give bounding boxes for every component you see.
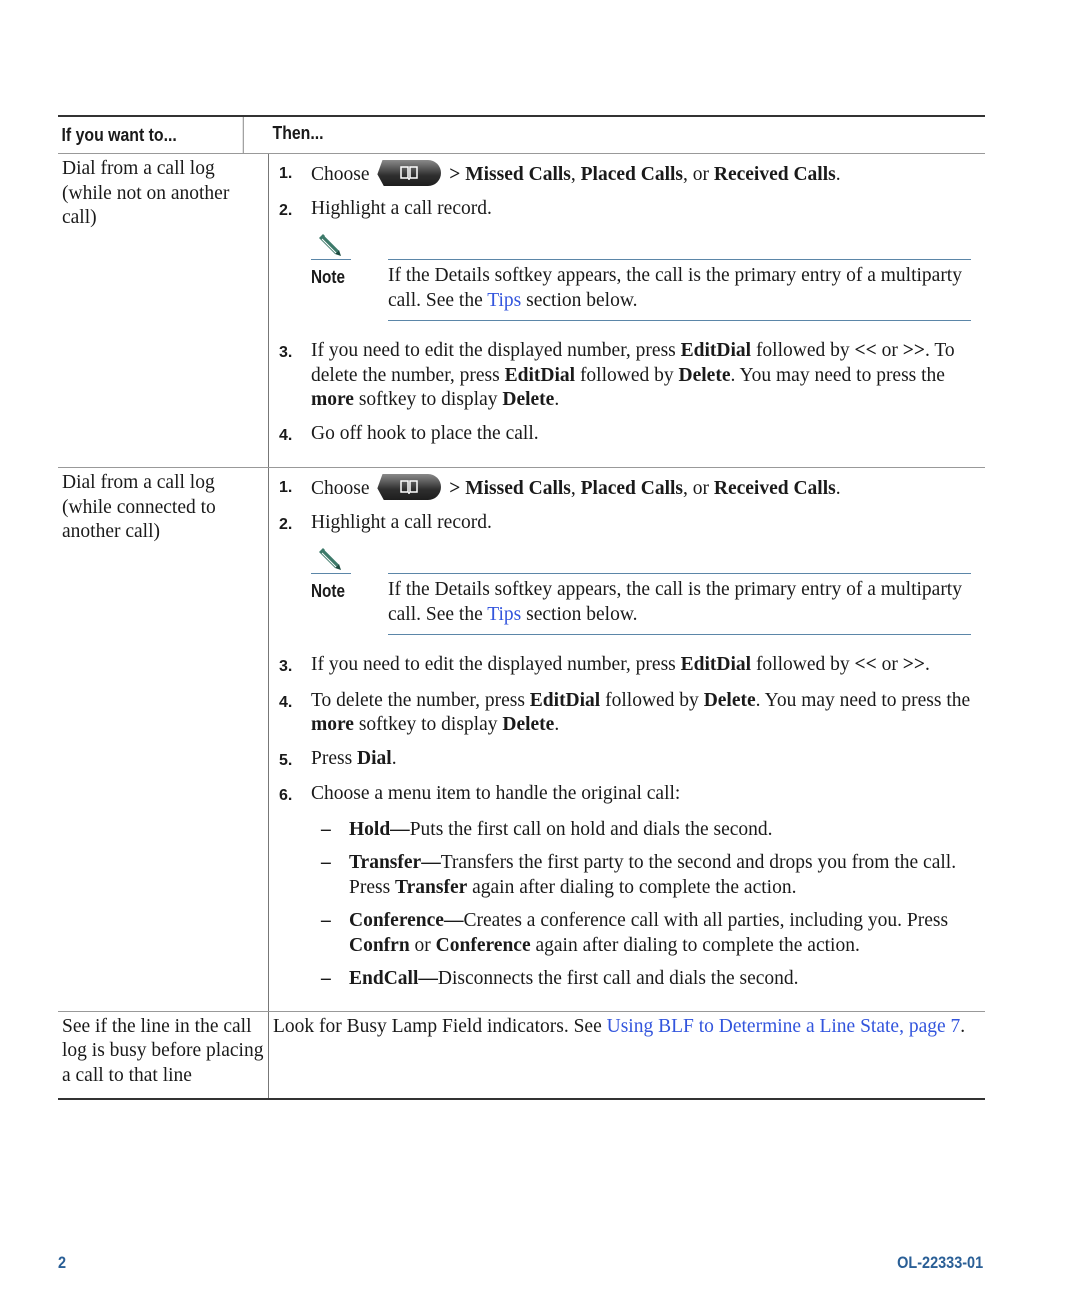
note-text-pre: If the Details softkey appears, the call… xyxy=(388,265,962,311)
period: . xyxy=(960,1015,966,1037)
step-text: To delete the number, press EditDial fol… xyxy=(311,689,971,736)
tips-link[interactable]: Tips xyxy=(487,290,521,311)
note-text: If the Details softkey appears, the call… xyxy=(388,573,971,635)
option-endcall: – EndCall—Disconnects the first call and… xyxy=(311,967,981,992)
menu-received-calls: Received Calls xyxy=(713,478,836,499)
step-text: Highlight a call record. xyxy=(311,511,492,533)
step-5: 5. Press Dial. xyxy=(273,747,981,774)
menu-missed-calls: > Missed Calls xyxy=(449,164,571,185)
directories-button-icon xyxy=(377,474,442,500)
blf-link[interactable]: Using BLF to Determine a Line State, pag… xyxy=(607,1016,961,1037)
step-text: Choose xyxy=(311,164,370,185)
step-text: Choose xyxy=(311,478,370,499)
step-number: 4. xyxy=(279,693,293,711)
steps-cell: 1. Choose > Missed Calls, Placed Calls, … xyxy=(269,468,985,1011)
table-row: Dial from a call log (while connected to… xyxy=(58,468,985,1012)
step-4: 4. Go off hook to place the call. xyxy=(273,422,981,449)
step-4: 4. To delete the number, press EditDial … xyxy=(273,689,981,738)
step-text: Highlight a call record. xyxy=(311,197,492,219)
header-then: Then... xyxy=(272,123,324,143)
step-3: 3. If you need to edit the displayed num… xyxy=(273,339,981,413)
dash-bullet: – xyxy=(321,910,331,931)
menu-missed-calls: > Missed Calls xyxy=(449,478,571,499)
step-1: 1. Choose > Missed Calls, Placed Calls, … xyxy=(273,160,981,188)
steps-cell: Look for Busy Lamp Field indicators. See… xyxy=(269,1012,985,1099)
table-row: Dial from a call log (while not on anoth… xyxy=(58,154,985,468)
dash-bullet: – xyxy=(321,852,331,873)
step-number: 3. xyxy=(279,344,293,361)
step-number: 2. xyxy=(279,201,293,219)
note-text-pre: If the Details softkey appears, the call… xyxy=(388,579,962,625)
step-2: 2. Highlight a call record. xyxy=(273,511,981,538)
task-cell: See if the line in the call log is busy … xyxy=(58,1011,269,1098)
option-hold: – Hold—Puts the first call on hold and d… xyxy=(311,818,981,843)
table-header: If you want to... Then... xyxy=(58,117,985,154)
header-if-you-want-to: If you want to... xyxy=(58,117,244,153)
note-text-post: section below. xyxy=(521,603,638,625)
step-text: If you need to edit the displayed number… xyxy=(311,654,930,675)
option-transfer: – Transfer—Transfers the first party to … xyxy=(311,851,981,900)
separator: , xyxy=(570,164,581,185)
task-cell: Dial from a call log (while not on anoth… xyxy=(58,154,269,467)
note-block: Note If the Details softkey appears, the… xyxy=(311,232,981,321)
instruction-text: Look for Busy Lamp Field indicators. See xyxy=(273,1015,607,1037)
step-text: If you need to edit the displayed number… xyxy=(311,340,955,410)
step-number: 3. xyxy=(279,658,293,675)
table-row: See if the line in the call log is busy … xyxy=(58,1011,985,1099)
step-number: 6. xyxy=(279,787,293,804)
step-number: 1. xyxy=(279,479,293,496)
separator: , or xyxy=(683,478,714,499)
note-block: Note If the Details softkey appears, the… xyxy=(311,546,981,635)
note-rule xyxy=(311,573,351,574)
step-number: 4. xyxy=(279,426,293,444)
note-rule xyxy=(311,259,351,260)
dash-bullet: – xyxy=(321,818,331,840)
step-number: 1. xyxy=(279,165,293,182)
period: . xyxy=(835,478,841,499)
note-label: Note xyxy=(311,267,345,287)
separator: , or xyxy=(683,164,714,185)
period: . xyxy=(835,164,841,185)
step-number: 2. xyxy=(279,515,293,533)
step-3: 3. If you need to edit the displayed num… xyxy=(273,653,981,680)
menu-placed-calls: Placed Calls xyxy=(580,478,683,499)
page-number: 2 xyxy=(58,1253,67,1272)
step-1: 1. Choose > Missed Calls, Placed Calls, … xyxy=(273,474,981,502)
task-cell: Dial from a call log (while connected to… xyxy=(58,468,269,1011)
step-number: 5. xyxy=(279,751,293,769)
instructions-table: If you want to... Then... Dial from a ca… xyxy=(58,115,985,1100)
dash-bullet: – xyxy=(321,968,331,989)
steps-cell: 1. Choose > Missed Calls, Placed Calls, … xyxy=(269,154,985,467)
separator: , xyxy=(570,478,581,499)
document-id: OL-22333-01 xyxy=(897,1253,983,1272)
note-text: If the Details softkey appears, the call… xyxy=(388,259,971,321)
menu-placed-calls: Placed Calls xyxy=(580,164,683,185)
step-text: Press Dial. xyxy=(311,747,397,769)
step-text: Choose a menu item to handle the origina… xyxy=(311,783,681,804)
tips-link[interactable]: Tips xyxy=(487,604,521,625)
menu-received-calls: Received Calls xyxy=(713,164,836,185)
note-label: Note xyxy=(311,581,345,601)
pencil-icon xyxy=(319,548,341,570)
step-6: 6. Choose a menu item to handle the orig… xyxy=(273,782,981,809)
step-2: 2. Highlight a call record. xyxy=(273,197,981,224)
directories-button-icon xyxy=(377,160,442,186)
pencil-icon xyxy=(319,234,341,256)
note-text-post: section below. xyxy=(521,289,638,311)
option-conference: – Conference—Creates a conference call w… xyxy=(311,909,981,958)
step-text: Go off hook to place the call. xyxy=(311,422,539,444)
